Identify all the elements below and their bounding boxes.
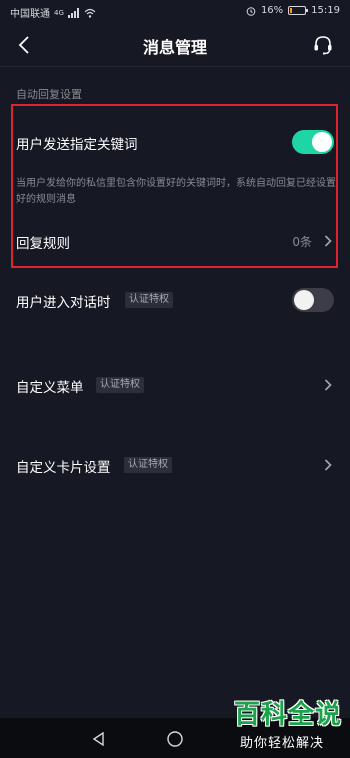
enter-conversation-toggle[interactable]: [292, 288, 334, 312]
signal-icon: [67, 7, 79, 18]
section-header-auto-reply: 自动回复设置: [16, 88, 82, 101]
enter-conversation-label: 用户进入对话时: [16, 295, 111, 311]
watermark-main-text: 百科全说: [234, 700, 343, 730]
chevron-right-icon: [324, 379, 332, 391]
reply-rules-chevron[interactable]: [322, 234, 334, 248]
system-home-button[interactable]: [164, 728, 186, 750]
toggle-knob: [294, 290, 314, 310]
status-right: 16% 15:19: [246, 5, 340, 16]
chevron-right-icon: [324, 459, 332, 471]
battery-percent: 16%: [260, 5, 284, 16]
battery-icon: [288, 6, 309, 15]
enter-conversation-badge: 认证特权: [125, 292, 173, 308]
reply-rules-count: 0条: [292, 235, 312, 249]
system-back-button[interactable]: [88, 728, 110, 750]
keyword-reply-toggle[interactable]: [292, 130, 334, 154]
message-management-page: 中国联通 4G 16% 15:19 消息管理 自动回复设置 用户发送指定关键词 …: [0, 0, 350, 758]
wifi-icon: [84, 8, 96, 18]
circle-home-icon: [167, 731, 183, 747]
keyword-reply-description: 当用户发给你的私信里包含你设置好的关键词时，系统自动回复已经设置好的规则消息: [16, 178, 336, 205]
watermark-sub-text: 助你轻松解决: [240, 736, 325, 751]
custom-card-chevron[interactable]: [322, 458, 334, 472]
triangle-back-icon: [92, 731, 104, 747]
watermark-logo: 百科全说 助你轻松解决: [230, 692, 346, 754]
battery-fill: [290, 8, 293, 13]
custom-menu-chevron[interactable]: [322, 378, 334, 392]
nav-bar: 消息管理: [0, 24, 350, 67]
custom-menu-label[interactable]: 自定义菜单: [16, 376, 84, 396]
network-text: 4G: [54, 8, 64, 17]
reply-rules-label[interactable]: 回复规则: [16, 232, 70, 252]
carrier-text: 中国联通: [10, 9, 50, 20]
chevron-right-icon: [324, 235, 332, 247]
status-left: 中国联通 4G: [10, 5, 96, 20]
clock-time: 15:19: [311, 5, 340, 16]
page-title: 消息管理: [142, 38, 207, 57]
keyword-reply-label: 用户发送指定关键词: [16, 137, 138, 153]
toggle-knob: [312, 132, 332, 152]
alarm-icon: [246, 6, 256, 16]
custom-card-label[interactable]: 自定义卡片设置: [16, 456, 111, 476]
status-bar: 中国联通 4G 16% 15:19: [0, 0, 350, 24]
custom-menu-badge: 认证特权: [96, 377, 144, 393]
customer-support-button[interactable]: [310, 32, 336, 58]
custom-card-badge: 认证特权: [124, 457, 172, 473]
headset-icon: [314, 36, 332, 55]
